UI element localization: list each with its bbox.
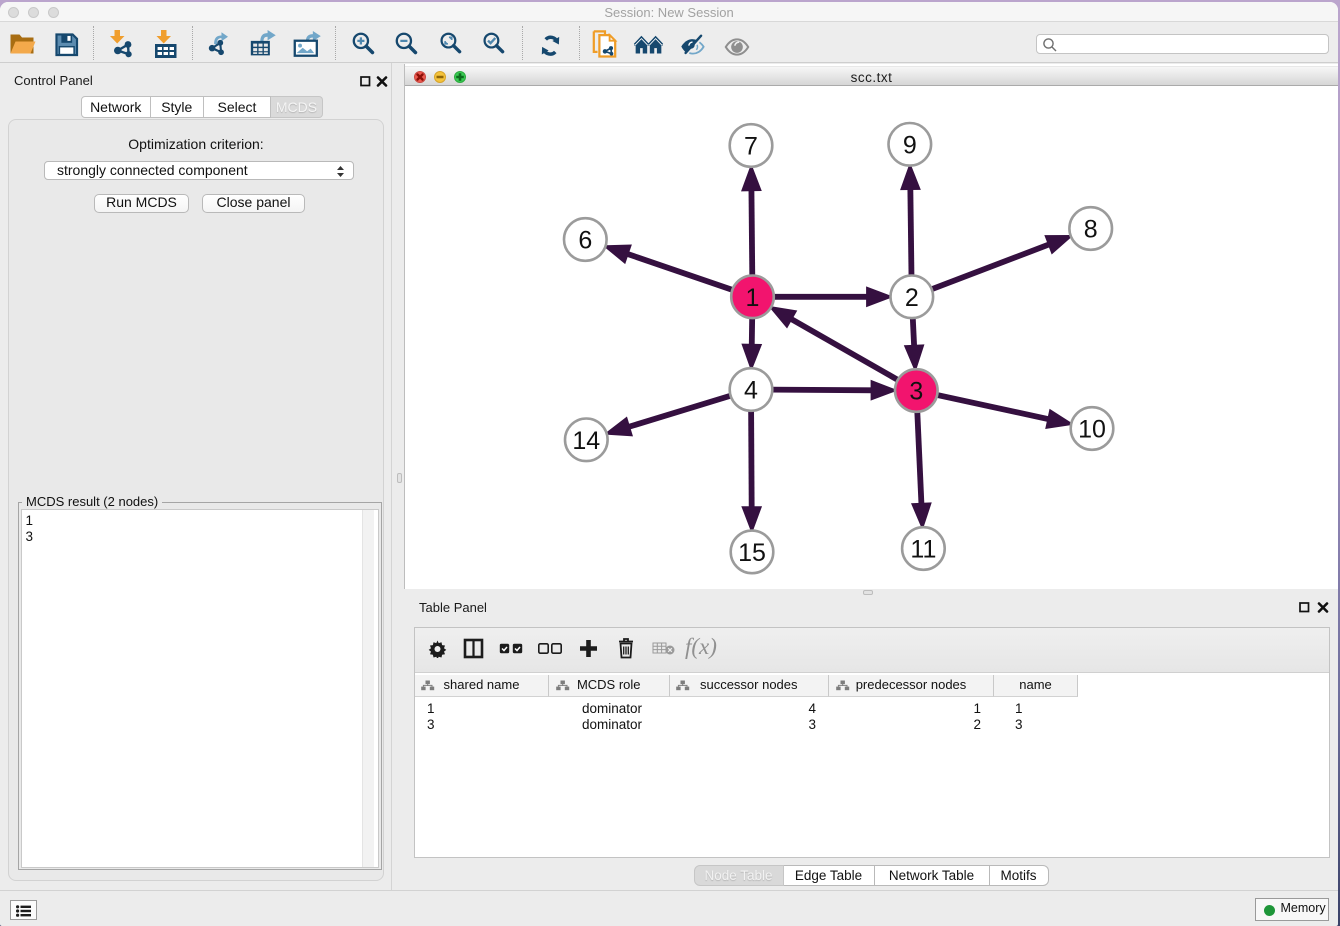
svg-text:10: 10 [1078,416,1106,444]
svg-text:15: 15 [738,539,766,567]
svg-text:1: 1 [746,284,760,312]
svg-text:9: 9 [903,131,917,159]
svg-text:11: 11 [910,536,936,564]
svg-text:2: 2 [905,284,919,312]
svg-text:3: 3 [909,378,923,406]
svg-text:4: 4 [744,377,758,405]
svg-text:8: 8 [1084,216,1098,244]
svg-text:14: 14 [572,427,600,455]
svg-text:6: 6 [578,227,592,255]
svg-text:7: 7 [744,133,758,161]
